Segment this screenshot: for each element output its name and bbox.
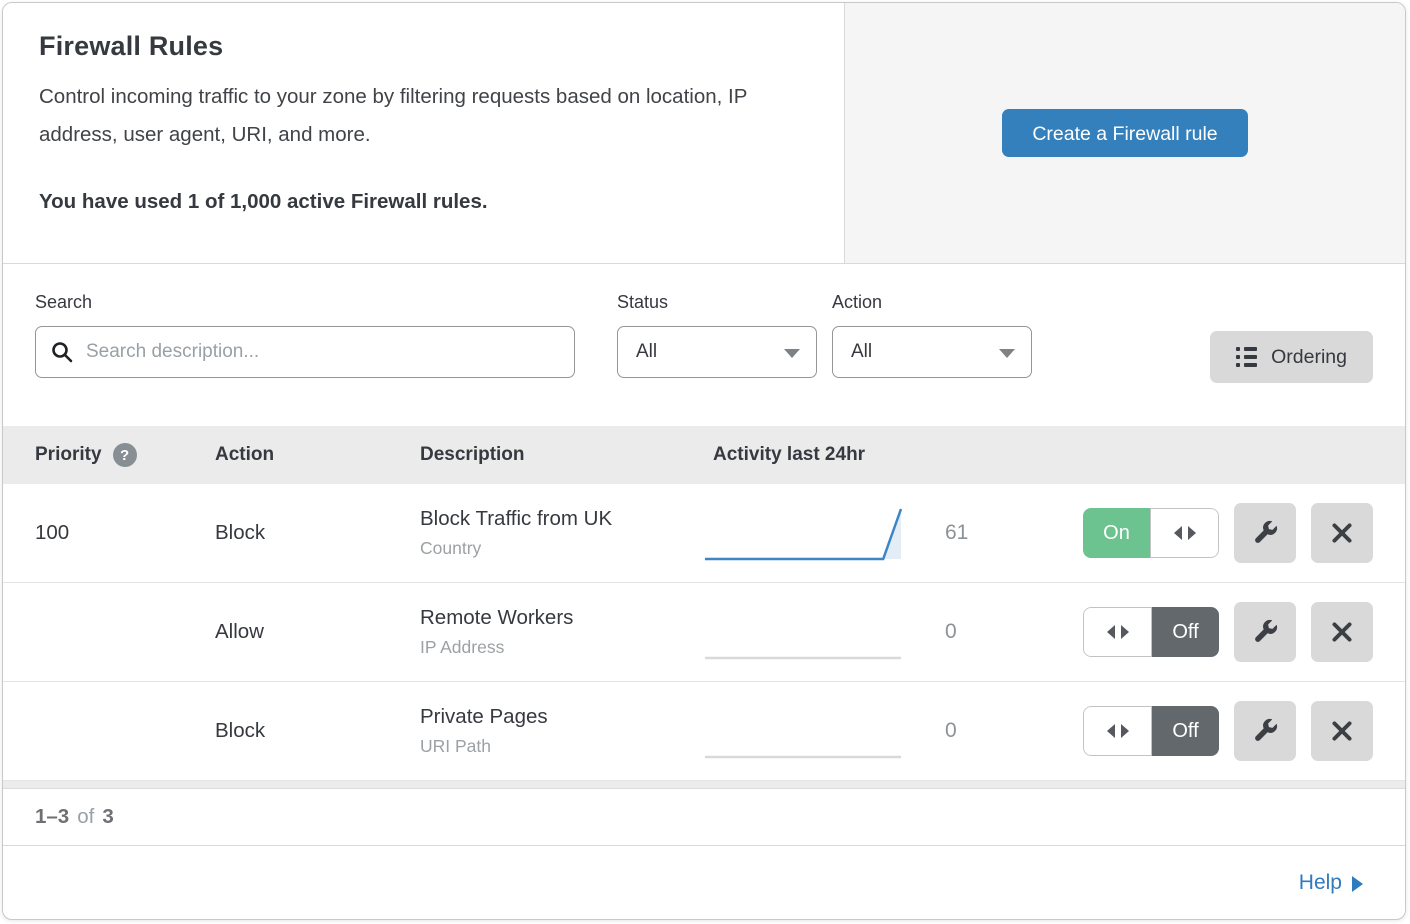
status-filter-group: Status All (617, 292, 817, 378)
rule-priority: 100 (35, 521, 215, 545)
help-bar: Help (3, 846, 1405, 919)
activity-sparkline (703, 701, 903, 761)
toggle-handle[interactable] (1083, 706, 1152, 756)
search-group: Search (35, 292, 575, 378)
rule-name: Remote Workers (420, 606, 703, 630)
table-end-divider (3, 781, 1405, 789)
header-text-block: Firewall Rules Control incoming traffic … (3, 3, 845, 263)
panel-header: Firewall Rules Control incoming traffic … (3, 3, 1405, 264)
rule-controls: Off (1003, 701, 1373, 761)
chevron-down-icon (784, 349, 800, 358)
rule-action: Block (215, 719, 420, 743)
firewall-rules-panel: Firewall Rules Control incoming traffic … (2, 2, 1406, 920)
column-header-description: Description (420, 444, 703, 466)
rule-match-type: IP Address (420, 637, 703, 658)
wrench-icon (1252, 520, 1278, 546)
rule-enabled-toggle[interactable]: Off (1083, 607, 1219, 657)
delete-rule-button[interactable] (1311, 602, 1373, 662)
action-select[interactable]: All (832, 326, 1032, 378)
rule-controls: Off (1003, 602, 1373, 662)
toggle-state-label: On (1083, 508, 1150, 558)
toggle-state-label: Off (1152, 607, 1219, 657)
rule-description: Remote Workers IP Address (420, 606, 703, 658)
chevron-down-icon (999, 349, 1015, 358)
page-title: Firewall Rules (39, 31, 808, 62)
pagination-bar: 1–3 of 3 (3, 789, 1405, 846)
priority-header-label: Priority (35, 444, 102, 466)
wrench-icon (1252, 619, 1278, 645)
filter-bar: Search Status All Action All (3, 264, 1405, 426)
toggle-handle[interactable] (1083, 607, 1152, 657)
page-description: Control incoming traffic to your zone by… (39, 78, 808, 154)
search-input[interactable] (35, 326, 575, 378)
edit-rule-button[interactable] (1234, 503, 1296, 563)
toggle-left-arrow-icon (1174, 526, 1182, 540)
table-row: 100 Block Block Traffic from UK Country … (3, 484, 1405, 583)
status-selected-value: All (636, 341, 657, 363)
table-row: Block Private Pages URI Path 0 Off (3, 682, 1405, 781)
column-header-priority: Priority ? (35, 443, 215, 467)
rule-match-type: URI Path (420, 736, 703, 757)
search-label: Search (35, 292, 575, 313)
help-link-label: Help (1299, 871, 1342, 895)
pagination-total: 3 (102, 805, 113, 829)
rule-enabled-toggle[interactable]: On (1083, 508, 1219, 558)
pagination-range: 1–3 (35, 805, 69, 829)
help-link[interactable]: Help (1299, 871, 1363, 895)
status-label: Status (617, 292, 817, 313)
toggle-right-arrow-icon (1121, 724, 1129, 738)
toggle-right-arrow-icon (1188, 526, 1196, 540)
wrench-icon (1252, 718, 1278, 744)
rule-match-type: Country (420, 538, 703, 559)
delete-rule-button[interactable] (1311, 503, 1373, 563)
rule-action: Allow (215, 620, 420, 644)
header-action-area: Create a Firewall rule (845, 3, 1405, 263)
toggle-left-arrow-icon (1107, 724, 1115, 738)
table-row: Allow Remote Workers IP Address 0 Off (3, 583, 1405, 682)
rule-action: Block (215, 521, 420, 545)
close-icon (1329, 520, 1355, 546)
activity-count: 0 (913, 620, 1003, 644)
close-icon (1329, 619, 1355, 645)
close-icon (1329, 718, 1355, 744)
column-header-activity: Activity last 24hr (703, 444, 1003, 466)
column-header-action: Action (215, 444, 420, 466)
priority-help-icon[interactable]: ? (113, 443, 137, 467)
delete-rule-button[interactable] (1311, 701, 1373, 761)
toggle-right-arrow-icon (1121, 625, 1129, 639)
create-firewall-rule-button[interactable]: Create a Firewall rule (1002, 109, 1247, 157)
action-selected-value: All (851, 341, 872, 363)
toggle-handle[interactable] (1150, 508, 1219, 558)
activity-count: 61 (913, 521, 1003, 545)
status-select[interactable]: All (617, 326, 817, 378)
rule-enabled-toggle[interactable]: Off (1083, 706, 1219, 756)
activity-count: 0 (913, 719, 1003, 743)
rule-description: Block Traffic from UK Country (420, 507, 703, 559)
toggle-state-label: Off (1152, 706, 1219, 756)
usage-note: You have used 1 of 1,000 active Firewall… (39, 190, 808, 214)
edit-rule-button[interactable] (1234, 602, 1296, 662)
ordering-button-label: Ordering (1271, 346, 1347, 369)
arrow-right-icon (1352, 876, 1363, 892)
pagination-of-label: of (77, 805, 94, 829)
action-label: Action (832, 292, 1032, 313)
action-filter-group: Action All (832, 292, 1032, 378)
edit-rule-button[interactable] (1234, 701, 1296, 761)
rule-name: Private Pages (420, 705, 703, 729)
rule-controls: On (1003, 503, 1373, 563)
search-box (35, 326, 575, 378)
activity-sparkline (703, 503, 903, 563)
ordering-button[interactable]: Ordering (1210, 331, 1373, 383)
search-icon (50, 340, 74, 364)
list-ordering-icon (1236, 347, 1257, 367)
rule-name: Block Traffic from UK (420, 507, 703, 531)
toggle-left-arrow-icon (1107, 625, 1115, 639)
activity-sparkline (703, 602, 903, 662)
rule-description: Private Pages URI Path (420, 705, 703, 757)
table-header: Priority ? Action Description Activity l… (3, 426, 1405, 484)
